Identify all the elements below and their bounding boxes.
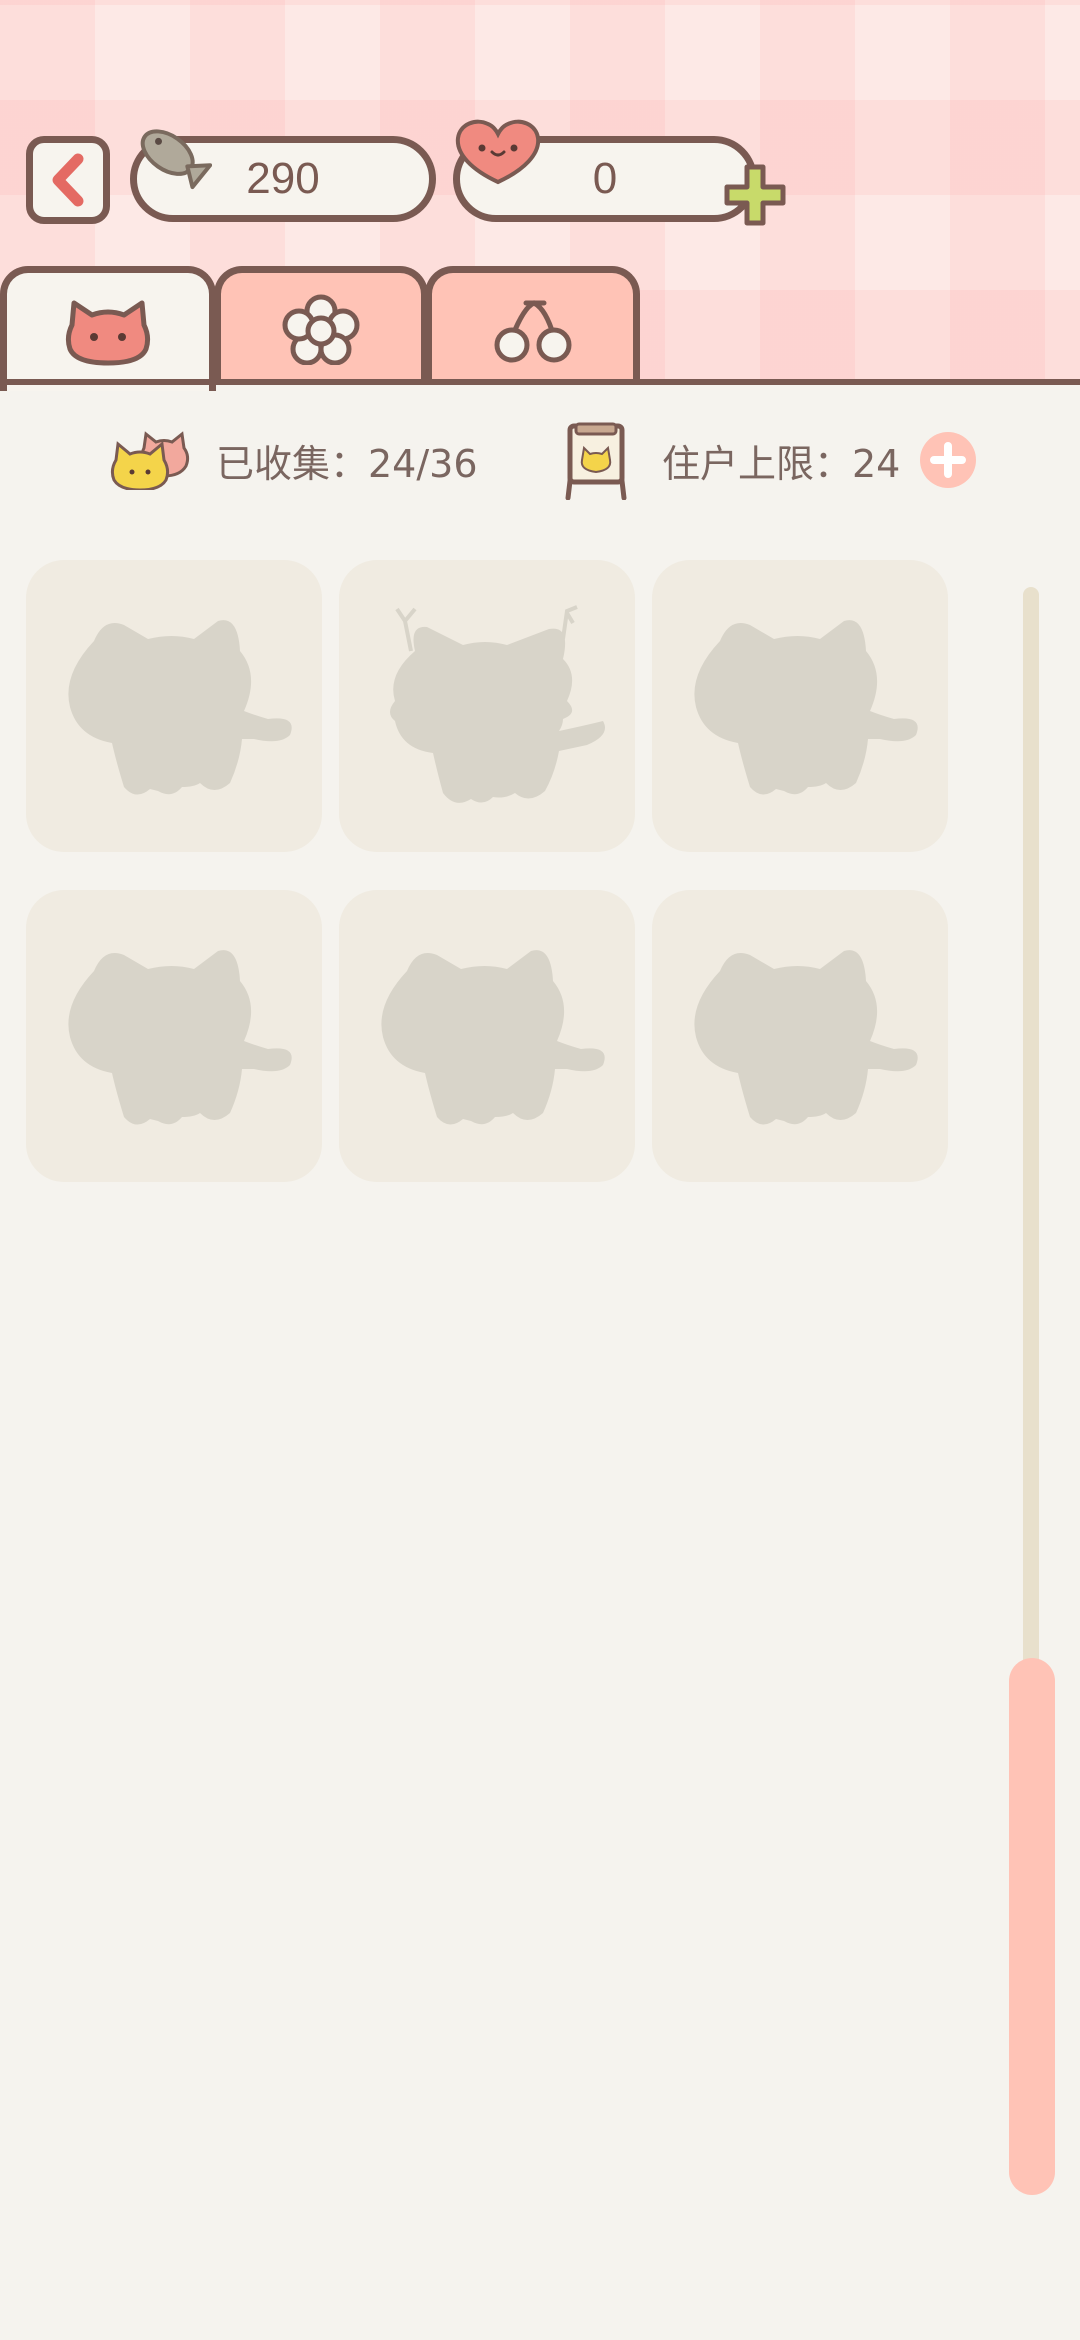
cats-collected-icon	[110, 431, 190, 490]
cat-card[interactable]	[339, 560, 635, 852]
scrollbar-thumb[interactable]	[1009, 1658, 1055, 2195]
resident-info: 住户上限：24	[554, 420, 977, 500]
heart-icon	[455, 119, 541, 185]
cat-card[interactable]	[652, 890, 948, 1182]
cherry-icon	[494, 299, 571, 362]
tab-cats[interactable]	[0, 266, 216, 391]
chevron-left-icon	[52, 153, 84, 207]
tab-cherries[interactable]	[425, 266, 640, 384]
cat-silhouette-icon	[381, 950, 605, 1125]
collected-info: 已收集：24/36	[110, 420, 478, 500]
cat-card[interactable]	[652, 560, 948, 852]
cat-silhouette-icon	[694, 620, 918, 795]
fish-icon	[140, 129, 212, 190]
heart-count: 0	[592, 154, 618, 203]
cat-silhouette-icon	[68, 950, 292, 1125]
signboard-icon	[565, 422, 627, 500]
cat-silhouette-icon	[694, 950, 918, 1125]
resident-limit-text: 住户上限：24	[662, 441, 901, 486]
add-hearts-button[interactable]	[722, 162, 788, 228]
lynx-silhouette-icon	[390, 605, 605, 803]
cat-card[interactable]	[26, 890, 322, 1182]
collected-text: 已收集：24/36	[216, 441, 478, 486]
cat-silhouette-icon	[68, 620, 292, 795]
flower-icon	[282, 294, 360, 365]
back-button[interactable]	[26, 136, 110, 224]
header-divider	[0, 379, 1080, 385]
cat-card[interactable]	[26, 560, 322, 852]
cat-face-icon	[65, 300, 151, 366]
fish-count: 290	[246, 154, 320, 203]
tab-flowers[interactable]	[214, 266, 428, 384]
add-resident-button[interactable]	[920, 432, 977, 488]
cat-card[interactable]	[339, 890, 635, 1182]
cat-grid	[26, 560, 951, 1182]
